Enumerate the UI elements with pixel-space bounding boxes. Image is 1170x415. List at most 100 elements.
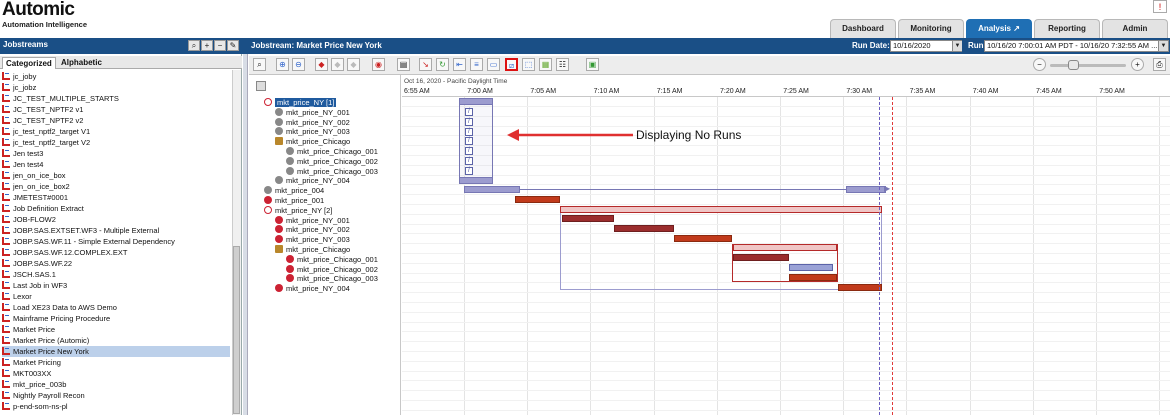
print-icon[interactable]: ▤ (397, 58, 410, 71)
refresh-icon[interactable]: ↻ (436, 58, 449, 71)
jobstream-list-item[interactable]: Load XE23 Data to AWS Demo (2, 302, 230, 313)
tree-node[interactable]: mkt_price_NY_002 (275, 225, 350, 235)
jobstream-list-item[interactable]: Last Job in WF3 (2, 280, 230, 291)
jobstream-list-item[interactable]: p-end-som-ns-pl (2, 401, 230, 412)
nyrun2-002-bar[interactable] (614, 225, 674, 232)
prev-warning-icon[interactable]: ◆ (331, 58, 344, 71)
zoom-slider-track[interactable] (1050, 64, 1126, 67)
jobstream-list-item[interactable]: JOBP.SAS.WF.11 - Simple External Depende… (2, 236, 230, 247)
tree-node[interactable]: mkt_price_Chicago_002 (286, 264, 378, 275)
tab-alphabetic[interactable]: Alphabetic (58, 57, 105, 69)
chicago-002-bar[interactable] (789, 264, 833, 271)
tab-analysis[interactable]: Analysis ↗ (966, 19, 1032, 38)
tree-node[interactable]: mkt_price_NY_001 (275, 107, 350, 118)
alert-icon[interactable]: ! (1153, 0, 1167, 13)
run-date-dropdown-icon[interactable]: ▼ (952, 41, 962, 51)
nyrun1-bar[interactable] (459, 98, 493, 105)
tree-node[interactable]: mkt_price_Chicago (275, 245, 350, 255)
zoom-in-icon[interactable]: + (1131, 58, 1144, 71)
jobstream-list-item[interactable]: Nightly Payroll Recon (2, 390, 230, 401)
print-preview-icon[interactable]: ⎙ (1153, 58, 1166, 71)
export-icon[interactable]: ▣ (586, 58, 599, 71)
collapse-all-icon[interactable]: ⊖ (292, 58, 305, 71)
jobstream-list-item[interactable]: Market Price (Automic) (2, 335, 230, 346)
tree-node[interactable]: mkt_price_Chicago_001 (286, 147, 378, 157)
remove-icon[interactable]: − (214, 40, 226, 51)
jobstream-list-item[interactable]: JC_TEST_MULTIPLE_STARTS (2, 93, 230, 104)
jobstream-list-item[interactable]: jc_test_nptf2_target V2 (2, 137, 230, 148)
jobstream-list-item[interactable]: JOBP.SAS.WF.22 (2, 258, 230, 269)
jobstream-list-item[interactable]: JC_TEST_NPTF2 v2 (2, 115, 230, 126)
mkt-price-004-bar-end[interactable] (846, 186, 886, 193)
jobstream-list-item[interactable]: Market Pricing (2, 357, 230, 368)
jobstream-list-item[interactable]: JOBP.SAS.WF.12.COMPLEX.EXT (2, 247, 230, 258)
jobstream-list-item[interactable]: jc_test_nptf2_target V1 (2, 126, 230, 137)
tree-node[interactable]: mkt_price_NY [1] (264, 98, 337, 108)
nyrun2-001-bar[interactable] (562, 215, 614, 222)
nyrun2-bar[interactable] (560, 206, 882, 213)
jobstream-list-item[interactable]: JOBP.SAS.EXTSET.WF3 - Multiple External (2, 225, 230, 236)
expand-all-icon[interactable]: ⊕ (276, 58, 289, 71)
jobstream-list-item[interactable]: Lexor (2, 291, 230, 302)
tree-node[interactable]: mkt_price_Chicago (275, 137, 350, 147)
zoom-slider-thumb[interactable] (1068, 60, 1079, 70)
prev-failure-icon[interactable]: ◆ (315, 58, 328, 71)
nyrun2-004-bar[interactable] (838, 284, 882, 291)
tree-node[interactable]: mkt_price_001 (264, 196, 324, 206)
tree-node[interactable]: mkt_price_NY_001 (275, 215, 350, 226)
tab-reporting[interactable]: Reporting (1034, 19, 1100, 38)
bar-view-icon[interactable]: ▭ (487, 58, 500, 71)
tree-node[interactable]: mkt_price_NY_003 (275, 235, 350, 245)
zoom-out-icon[interactable]: − (1033, 58, 1046, 71)
jobstream-list-item[interactable]: mkt_price_003b (2, 379, 230, 390)
jobstream-list-item[interactable]: Mainframe Pricing Procedure (2, 313, 230, 324)
table-icon[interactable]: ☷ (556, 58, 569, 71)
nyrun2-003-bar[interactable] (674, 235, 732, 242)
mkt-price-001-bar[interactable] (515, 196, 560, 203)
add-icon[interactable]: + (201, 40, 213, 51)
display-no-runs-icon[interactable]: ⧄ (505, 58, 518, 71)
nyrun1-end-bar[interactable] (459, 177, 493, 184)
chicago-003-bar[interactable] (789, 274, 837, 281)
panel-splitter[interactable] (243, 54, 248, 415)
tab-monitoring[interactable]: Monitoring (898, 19, 964, 38)
next-warning-icon[interactable]: ◆ (347, 58, 360, 71)
tree-node[interactable]: mkt_price_004 (264, 186, 324, 196)
tree-node[interactable]: mkt_price_NY_004 (275, 176, 350, 186)
binoculars-icon[interactable]: ⌕ (253, 58, 266, 71)
tree-menu-icon[interactable] (256, 81, 266, 91)
find-icon[interactable]: ⌕ (188, 40, 200, 51)
tab-dashboard[interactable]: Dashboard (830, 19, 896, 38)
mkt-price-004-bar-start[interactable] (464, 186, 520, 193)
jobstream-list-item[interactable]: Job Definition Extract (2, 203, 230, 214)
align-bars-icon[interactable]: ≡ (470, 58, 483, 71)
tab-admin[interactable]: Admin (1102, 19, 1168, 38)
tree-node[interactable]: mkt_price_Chicago_002 (286, 156, 378, 167)
tree-node[interactable]: mkt_price_NY_002 (275, 117, 350, 128)
image-icon[interactable]: ▦ (539, 58, 552, 71)
stop-icon[interactable]: ◉ (372, 58, 385, 71)
tree-node[interactable]: mkt_price_NY [2] (264, 205, 332, 216)
jobstream-list-item[interactable]: JSCH.SAS.1 (2, 269, 230, 280)
run-select[interactable]: 10/16/20 7:00:01 AM PDT - 10/16/20 7:32:… (984, 40, 1169, 52)
tree-node[interactable]: mkt_price_NY_003 (275, 127, 350, 137)
tree-node[interactable]: mkt_price_Chicago_003 (286, 166, 378, 177)
align-left-icon[interactable]: ⇤ (453, 58, 466, 71)
jobstream-list-item[interactable]: jc_jobz (2, 82, 230, 93)
jobstream-list-item[interactable]: Market Price New York (2, 346, 230, 357)
list-scrollbar-thumb[interactable] (233, 246, 240, 414)
jobstream-list-item[interactable]: jc_joby (2, 71, 230, 82)
edit-icon[interactable]: ✎ (227, 40, 239, 51)
run-dropdown-icon[interactable]: ▼ (1158, 41, 1168, 51)
critical-path-icon[interactable]: ↘ (419, 58, 432, 71)
jobstream-list-item[interactable]: jen_on_ice_box (2, 170, 230, 181)
jobstream-list-item[interactable]: jen_on_ice_box2 (2, 181, 230, 192)
select-area-icon[interactable]: ⬚ (522, 58, 535, 71)
tab-categorized[interactable]: Categorized (2, 57, 56, 69)
tree-node[interactable]: mkt_price_NY_004 (275, 284, 350, 294)
chicago-bar[interactable] (733, 244, 837, 251)
tree-node[interactable]: mkt_price_Chicago_003 (286, 274, 378, 284)
jobstream-list-item[interactable]: Market Price (2, 324, 230, 335)
jobstream-list-item[interactable]: JOB-FLOW2 (2, 214, 230, 225)
jobstream-list-item[interactable]: Jen test4 (2, 159, 230, 170)
